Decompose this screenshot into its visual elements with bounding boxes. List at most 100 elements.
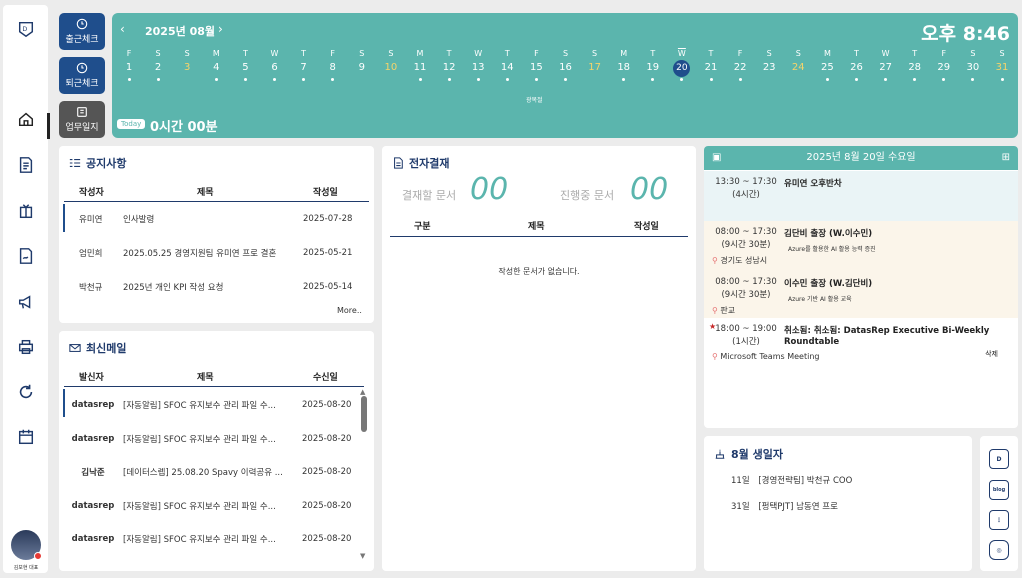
blog-icon[interactable]: blog	[989, 480, 1009, 500]
notice-author: 박천규	[79, 283, 103, 293]
gift-icon[interactable]	[15, 200, 37, 222]
calendar-day[interactable]: T 14	[496, 48, 518, 81]
next-month-icon[interactable]: ›	[218, 22, 223, 36]
calendar-day[interactable]: S 23	[758, 48, 780, 76]
calendar-day[interactable]: S9	[351, 48, 373, 76]
calendar-day[interactable]: S3	[176, 48, 198, 76]
notice-more-link[interactable]: More..	[337, 306, 362, 315]
day-number: 24	[791, 62, 805, 73]
calendar-day[interactable]: T 19	[642, 48, 664, 81]
add-schedule-icon[interactable]: ⊞	[1002, 146, 1010, 170]
day-number: 25	[821, 62, 834, 73]
clock-out-button[interactable]: 퇴근체크	[59, 57, 105, 94]
calendar-day[interactable]: W6	[264, 48, 286, 81]
calendar-day[interactable]: M 11	[409, 48, 431, 81]
calendar-day[interactable]: W 20	[671, 48, 693, 81]
schedule-item[interactable]: 18:00 ~ 19:00 (1시간) 취소됨: 취소됨: DatasRep E…	[704, 318, 1018, 368]
chat-icon[interactable]: ⋮	[989, 510, 1009, 530]
table-row[interactable]: datasrep [자동알림] SFOC 유지보수 관리 파일 수... 202…	[59, 489, 359, 523]
event-dot	[738, 78, 742, 81]
home-icon[interactable]	[15, 108, 37, 130]
birthday-day: 11일	[731, 476, 750, 486]
calendar-day[interactable]: S 10	[380, 48, 402, 76]
calendar-icon[interactable]	[15, 426, 37, 448]
calendar-day[interactable]: F 15	[525, 48, 547, 81]
day-number: 17	[588, 62, 601, 73]
calendar-day[interactable]: T 28	[904, 48, 926, 81]
instagram-icon[interactable]: ◎	[989, 540, 1009, 560]
table-row[interactable]: datasrep [자동알림] SFOC 유지보수 관리 파일 수... 202…	[59, 522, 359, 556]
table-row[interactable]: datasrep [자동알림] SFOC 유지보수 관리 파일 수... 202…	[59, 388, 359, 422]
printer-icon[interactable]	[15, 336, 37, 358]
calendar-day[interactable]: T5	[234, 48, 256, 81]
logo-icon[interactable]: D	[989, 449, 1009, 469]
svg-text:D: D	[22, 26, 27, 33]
calendar-day[interactable]: S2	[147, 48, 169, 81]
day-number: 13	[471, 62, 485, 73]
day-number: 29	[937, 62, 951, 73]
mail-sender: datasrep	[71, 433, 115, 444]
scroll-up-icon[interactable]: ▲	[360, 388, 365, 396]
schedule-item[interactable]: 08:00 ~ 17:30 (9시간 30분) 김단비 출장 (W.이수민) Az…	[704, 221, 1018, 271]
notice-date: 2025-05-21	[303, 248, 353, 258]
calendar-day[interactable]: S 30	[962, 48, 984, 81]
clock-in-button[interactable]: 출근체크	[59, 13, 105, 50]
location-pin-icon: ⚲	[712, 256, 718, 265]
delete-button[interactable]: 삭제	[985, 349, 998, 359]
schedule-time: 18:00 ~ 19:00	[715, 324, 777, 334]
megaphone-icon[interactable]	[15, 291, 37, 313]
calendar-day[interactable]: T 21	[700, 48, 722, 81]
table-row[interactable]: 박천규 2025년 개인 KPI 작성 요청 2025-05-14	[59, 270, 374, 304]
calendar-day[interactable]: S 31	[991, 48, 1013, 81]
progress-count[interactable]: 00	[630, 172, 668, 207]
scroll-down-icon[interactable]: ▼	[360, 552, 365, 560]
schedule-time: 13:30 ~ 17:30	[715, 177, 777, 187]
calendar-day[interactable]: M4	[205, 48, 227, 81]
event-dot	[709, 78, 713, 81]
document-icon[interactable]	[15, 154, 37, 176]
calendar-day[interactable]: S 16	[555, 48, 577, 81]
calendar-day[interactable]: M 18	[613, 48, 635, 81]
event-dot	[156, 78, 160, 81]
table-row[interactable]: 유미연 인사발령 2025-07-28	[59, 202, 374, 236]
day-number: 4	[213, 62, 220, 73]
pending-count[interactable]: 00	[470, 172, 508, 207]
day-number: 15	[530, 62, 543, 73]
logo-icon[interactable]: D	[15, 18, 37, 40]
table-row[interactable]: 김낙준 [데이터스렙] 25.08.20 Spavy 이력공유 ... 2025…	[59, 455, 359, 489]
schedule-item[interactable]: 13:30 ~ 17:30 (4시간) 유미연 오후반차	[704, 171, 1018, 221]
notice-subject: 2025년 개인 KPI 작성 요청	[123, 283, 224, 293]
calendar-icon[interactable]: ▣	[712, 146, 721, 170]
event-dot	[884, 78, 888, 81]
day-number: 10	[384, 62, 398, 73]
calendar-day[interactable]: F 29	[933, 48, 955, 81]
mail-scrollbar[interactable]	[361, 396, 367, 432]
prev-month-icon[interactable]: ‹	[120, 22, 125, 36]
calendar-day[interactable]: F1	[118, 48, 140, 81]
birthday-person: [펑택PJT] 남동연 프로	[758, 502, 838, 512]
day-number: 5	[242, 62, 249, 73]
calendar-day[interactable]: M 25	[816, 48, 838, 81]
calendar-day[interactable]: S 17	[584, 48, 606, 76]
schedule-item[interactable]: 08:00 ~ 17:30 (9시간 30분) 이수민 출장 (W.김단비) Az…	[704, 271, 1018, 318]
event-dot	[302, 78, 306, 81]
calendar-day[interactable]: F 22	[729, 48, 751, 81]
calendar-day[interactable]: F8	[322, 48, 344, 81]
table-row[interactable]: 엄민희 2025.05.25 경영지원팀 유미연 프로 결혼 2025-05-2…	[59, 236, 374, 270]
refresh-icon[interactable]	[15, 381, 37, 403]
mail-sender: datasrep	[71, 534, 115, 544]
calendar-day[interactable]: W 27	[875, 48, 897, 81]
work-log-button[interactable]: 업무일지	[59, 101, 105, 138]
calendar-day[interactable]: S 24	[787, 48, 809, 76]
signature-icon[interactable]	[15, 245, 37, 267]
event-dot	[331, 78, 335, 81]
calendar-day[interactable]: W 13	[467, 48, 489, 81]
calendar-day[interactable]: T 26	[846, 48, 868, 81]
calendar-day[interactable]: T7	[293, 48, 315, 81]
table-row[interactable]: datasrep [자동알림] SFOC 유지보수 관리 파일 수... 202…	[59, 422, 359, 456]
schedule-title: 유미연 오후반차	[784, 179, 842, 189]
notice-date: 2025-07-28	[303, 214, 353, 224]
calendar-day[interactable]: T 12	[438, 48, 460, 81]
birthday-day: 31일	[731, 502, 750, 512]
day-of-week: S	[970, 49, 976, 58]
